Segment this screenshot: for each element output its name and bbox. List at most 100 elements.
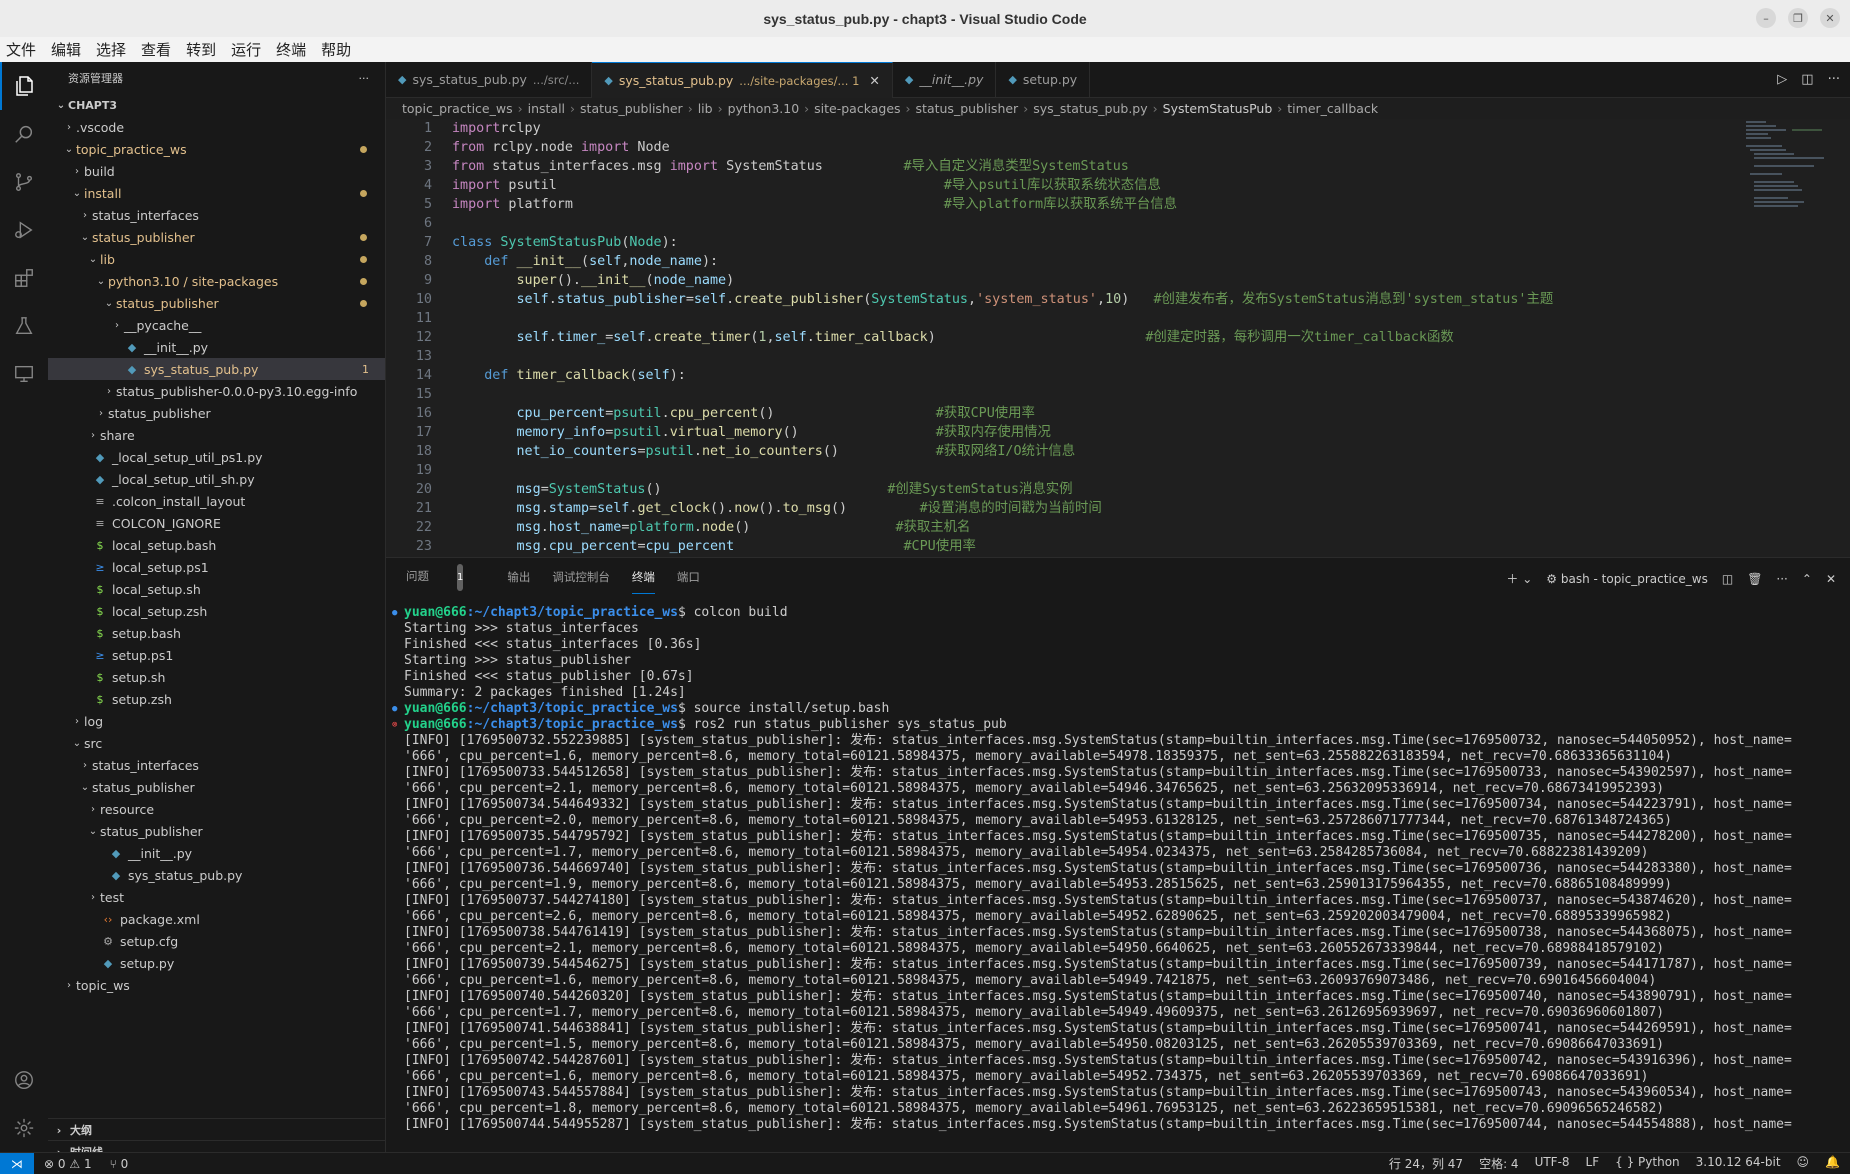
breadcrumb-segment[interactable]: SystemStatusPub [1163,101,1273,116]
folder-item[interactable]: ⌄ status_publisher [48,820,385,842]
folder-item[interactable]: › share [48,424,385,446]
menu-run[interactable]: 运行 [225,39,270,60]
code-line[interactable]: 10 self.status_publisher=self.create_pub… [386,290,1850,309]
panel-tab-terminal[interactable]: 终端 [631,561,655,594]
end-of-line[interactable]: LF [1586,1155,1600,1172]
new-terminal-icon[interactable]: ＋ ⌄ [1506,570,1532,587]
panel-tab-ports[interactable]: 端口 [677,561,700,593]
run-file-icon[interactable]: ▷ [1777,72,1787,87]
search-icon[interactable] [0,110,48,158]
tab-setup-py[interactable]: ◆ setup.py [996,62,1091,97]
remote-explorer-icon[interactable] [0,350,48,398]
file-item[interactable]: ◆ __init__.py [48,842,385,864]
account-icon[interactable] [0,1056,48,1104]
code-line[interactable]: 12 self.timer_=self.create_timer(1,self.… [386,328,1850,347]
folder-item[interactable]: › log [48,710,385,732]
breadcrumb-segment[interactable]: status_publisher [580,101,683,116]
panel-tab-problems[interactable]: 问题 1 [406,556,485,599]
breadcrumb-segment[interactable]: topic_practice_ws [402,101,513,116]
breadcrumb-segment[interactable]: timer_callback [1287,101,1378,116]
folder-item[interactable]: › build [48,160,385,182]
cursor-position[interactable]: 行 24，列 47 [1389,1155,1463,1172]
code-line[interactable]: 21 msg.stamp=self.get_clock().now().to_m… [386,499,1850,518]
breadcrumb-segment[interactable]: install [528,101,565,116]
source-control-icon[interactable] [0,158,48,206]
code-line[interactable]: 4 import psutil #导入psutil库以获取系统状态信息 [386,176,1850,195]
breadcrumb-segment[interactable]: status_publisher [916,101,1019,116]
file-item[interactable]: $ setup.sh [48,666,385,688]
file-item[interactable]: ≡ .colcon_install_layout [48,490,385,512]
code-line[interactable]: 5 import platform #导入platform库以获取系统平台信息 [386,195,1850,214]
folder-item[interactable]: ⌄ status_publisher [48,776,385,798]
file-item[interactable]: $ local_setup.sh [48,578,385,600]
code-line[interactable]: 1 importrclpy [386,119,1850,138]
folder-item[interactable]: ⌄ status_publisher [48,292,385,314]
folder-item[interactable]: › resource [48,798,385,820]
panel-tab-output[interactable]: 输出 [507,561,530,593]
folder-item[interactable]: › status_publisher-0.0.0-py3.10.egg-info [48,380,385,402]
file-item[interactable]: ≥ local_setup.ps1 [48,556,385,578]
remote-indicator-icon[interactable]: ⋊ [0,1153,34,1174]
ports-status[interactable]: ⑂ 0 [110,1157,129,1171]
menu-selection[interactable]: 选择 [90,39,135,60]
file-item[interactable]: ◆ setup.py [48,952,385,974]
menu-file[interactable]: 文件 [0,39,45,60]
file-item[interactable]: ◆ sys_status_pub.py 1 [48,358,385,380]
close-icon[interactable]: ✕ [869,73,879,88]
minimap[interactable] [1742,119,1850,557]
close-panel-icon[interactable]: ✕ [1826,572,1836,586]
folder-item[interactable]: ⌄ install [48,182,385,204]
menu-view[interactable]: 查看 [135,39,180,60]
split-terminal-icon[interactable]: ◫ [1722,572,1733,586]
timeline-section[interactable]: › 时间线 [48,1140,385,1152]
code-line[interactable]: 18 net_io_counters=psutil.net_io_counter… [386,442,1850,461]
run-debug-icon[interactable] [0,206,48,254]
file-item[interactable]: $ local_setup.zsh [48,600,385,622]
code-line[interactable]: 20 msg=SystemStatus() #创建SystemStatus消息实… [386,480,1850,499]
code-line[interactable]: 2 from rclpy.node import Node [386,138,1850,157]
code-editor[interactable]: 1 importrclpy 2 from rclpy.node import Node… [386,119,1850,557]
tab-sys-status-pub-src[interactable]: ◆ sys_status_pub.py .../src/... [386,62,593,97]
menu-go[interactable]: 转到 [180,39,225,60]
folder-item[interactable]: ⌄ python3.10 / site-packages [48,270,385,292]
python-interpreter[interactable]: 3.10.12 64-bit [1696,1155,1781,1172]
copilot-icon[interactable]: ☺ [1797,1155,1810,1172]
code-line[interactable]: 17 memory_info=psutil.virtual_memory() #… [386,423,1850,442]
minimize-icon[interactable]: – [1756,8,1776,28]
folder-item[interactable]: › topic_ws [48,974,385,996]
indentation[interactable]: 空格: 4 [1479,1155,1519,1172]
outline-section[interactable]: › 大纲 [48,1118,385,1141]
file-item[interactable]: ≥ setup.ps1 [48,644,385,666]
editor-more-icon[interactable]: ··· [1828,72,1840,87]
file-item[interactable]: $ setup.bash [48,622,385,644]
problems-status[interactable]: ⊗ 0 ⚠ 1 [44,1157,92,1171]
breadcrumb-segment[interactable]: lib [698,101,713,116]
breadcrumb-segment[interactable]: sys_status_pub.py [1033,101,1147,116]
file-item[interactable]: $ local_setup.bash [48,534,385,556]
folder-item[interactable]: ⌄ status_publisher [48,226,385,248]
code-line[interactable]: 13 [386,347,1850,366]
maximize-icon[interactable]: ❐ [1788,8,1808,28]
file-item[interactable]: ≡ COLCON_IGNORE [48,512,385,534]
explorer-icon[interactable] [0,62,50,110]
menu-edit[interactable]: 编辑 [45,39,90,60]
code-line[interactable]: 15 [386,385,1850,404]
file-item[interactable]: ◆ sys_status_pub.py [48,864,385,886]
code-line[interactable]: 11 [386,309,1850,328]
panel-more-icon[interactable]: ··· [1776,572,1787,586]
panel-tab-debug-console[interactable]: 调试控制台 [552,561,610,593]
terminal-output[interactable]: ● yuan@666:~/chapt3/topic_practice_ws$ co… [392,605,1840,1153]
terminal-shell-selector[interactable]: ⚙ bash - topic_practice_ws [1546,572,1708,586]
split-editor-icon[interactable]: ◫ [1801,72,1813,87]
folder-item[interactable]: › test [48,886,385,908]
folder-item[interactable]: › __pycache__ [48,314,385,336]
manage-gear-icon[interactable] [0,1104,48,1152]
folder-item[interactable]: ⌄ lib [48,248,385,270]
file-item[interactable]: $ setup.zsh [48,688,385,710]
file-item[interactable]: ◆ _local_setup_util_ps1.py [48,446,385,468]
code-line[interactable]: 22 msg.host_name=platform.node() #获取主机名 [386,518,1850,537]
folder-item[interactable]: › status_publisher [48,402,385,424]
maximize-panel-icon[interactable]: ⌃ [1802,572,1812,586]
encoding[interactable]: UTF-8 [1535,1155,1570,1172]
extensions-icon[interactable] [0,254,48,302]
